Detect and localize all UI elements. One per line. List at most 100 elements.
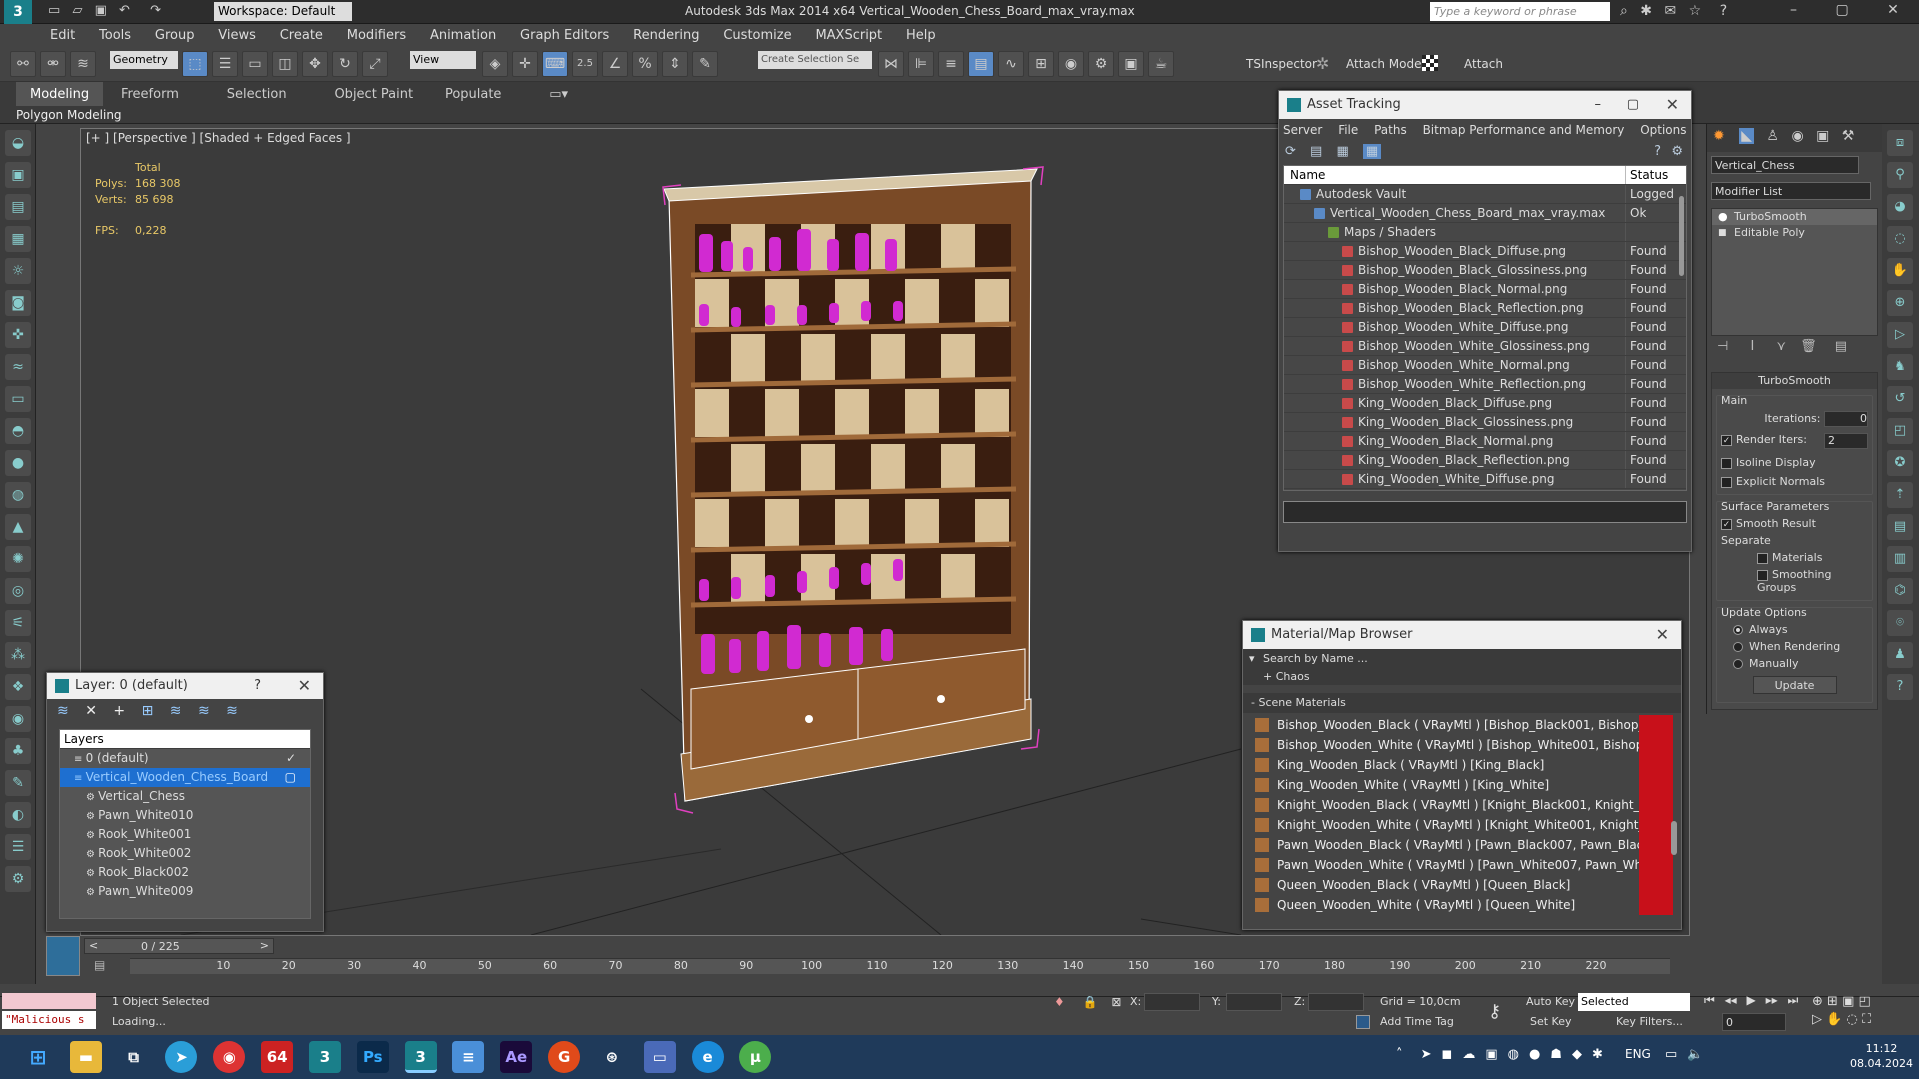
select-layer-icon[interactable]: ≋: [170, 703, 182, 719]
asset-row[interactable]: King_Wooden_Black_Normal.png Found: [1284, 432, 1686, 451]
foliage-icon[interactable]: ♣: [5, 738, 31, 764]
asset-row[interactable]: King_Wooden_Black_Diffuse.png Found: [1284, 394, 1686, 413]
isoline-display-checkbox[interactable]: [1721, 457, 1732, 469]
hierarchy-icon[interactable]: ⚲: [1887, 162, 1913, 188]
checker-icon[interactable]: [1422, 55, 1438, 71]
scene-materials-group[interactable]: - Scene Materials: [1243, 693, 1681, 713]
subscription-icon[interactable]: ✱: [1640, 3, 1652, 19]
table-view-icon[interactable]: ▦: [1362, 144, 1382, 159]
freeze-layers-icon[interactable]: ≋: [226, 703, 238, 719]
asset-row[interactable]: Autodesk Vault Logged: [1284, 185, 1686, 204]
rect-selection-icon[interactable]: ▭: [242, 51, 268, 77]
asset-tracking-titlebar[interactable]: Asset Tracking – ▢ ✕: [1279, 91, 1691, 119]
communication-icon[interactable]: ✉: [1664, 3, 1676, 19]
named-selection-set-dropdown[interactable]: Create Selection Se: [758, 51, 872, 69]
asset-row[interactable]: King_Wooden_Black_Glossiness.png Found: [1284, 413, 1686, 432]
viewport-label[interactable]: [+ ] [Perspective ] [Shaded + Edged Face…: [86, 131, 351, 145]
tab-freeform[interactable]: Freeform: [107, 82, 193, 107]
app-logo-icon[interactable]: 3: [4, 0, 32, 24]
timeline-icon[interactable]: ⌬: [1887, 578, 1913, 604]
auto-key-button[interactable]: Auto Key: [1526, 995, 1575, 1008]
window-crossing-icon[interactable]: ◫: [272, 51, 298, 77]
after-effects-icon[interactable]: Ae: [500, 1041, 533, 1073]
app-64-icon[interactable]: 64: [261, 1041, 294, 1073]
layer-row[interactable]: ⚙ Vertical_Chess: [60, 787, 310, 806]
current-frame-field[interactable]: 0: [1722, 1013, 1786, 1031]
walk-icon[interactable]: ♞: [1887, 354, 1913, 380]
object-name-field[interactable]: Vertical_Chess: [1711, 156, 1859, 174]
asset-tracking-maximize-icon[interactable]: ▢: [1627, 91, 1639, 119]
windows-start-icon[interactable]: ⊞: [22, 1041, 54, 1073]
key-icon[interactable]: ⚷: [1488, 1001, 1501, 1022]
edge-icon[interactable]: e: [691, 1041, 724, 1073]
undo-icon[interactable]: ↶: [119, 3, 130, 18]
make-unique-icon[interactable]: ⋎: [1776, 339, 1786, 354]
render-iters-spinner[interactable]: 2: [1824, 433, 1868, 449]
asset-row[interactable]: Bishop_Wooden_Black_Reflection.png Found: [1284, 299, 1686, 318]
pivot-center-icon[interactable]: ◈: [482, 51, 508, 77]
material-item[interactable]: Bishop_Wooden_Black ( VRayMtl ) [Bishop_…: [1251, 715, 1673, 735]
clock[interactable]: 11:12 08.04.2024: [1850, 1041, 1913, 1071]
turbosmooth-rollout-header[interactable]: TurboSmooth: [1712, 373, 1877, 389]
selection-filter-dropdown[interactable]: Geometry: [110, 51, 178, 69]
material-item[interactable]: Knight_Wooden_White ( VRayMtl ) [Knight_…: [1251, 815, 1673, 835]
asset-path-field[interactable]: [1283, 501, 1687, 523]
tab-selection[interactable]: Selection: [213, 82, 301, 107]
material-item[interactable]: Queen_Wooden_Black ( VRayMtl ) [Queen_Bl…: [1251, 875, 1673, 895]
tab-modeling[interactable]: Modeling: [16, 82, 104, 107]
motion-tab-icon[interactable]: ◉: [1791, 128, 1803, 144]
rendered-frame-icon[interactable]: ▣: [1118, 51, 1144, 77]
disk-icon[interactable]: ▭: [643, 1041, 676, 1073]
light-icon[interactable]: ☼: [5, 258, 31, 284]
bulb-icon[interactable]: ✪: [1887, 450, 1913, 476]
material-item[interactable]: Pawn_Wooden_White ( VRayMtl ) [Pawn_Whit…: [1251, 855, 1673, 875]
zoom-all-icon[interactable]: ⊞: [1827, 994, 1838, 1009]
mini-listener-icon[interactable]: [46, 936, 80, 976]
select-by-name-icon[interactable]: ☰: [212, 51, 238, 77]
maxscript-listener[interactable]: "Malicious s: [2, 1011, 96, 1029]
lock-icon[interactable]: 🔒: [1083, 995, 1098, 1009]
volume-icon[interactable]: 🔈: [1687, 1047, 1703, 1062]
menu-customize[interactable]: Customize: [713, 24, 801, 47]
favorites-icon[interactable]: ☆: [1689, 3, 1702, 19]
helper-icon[interactable]: ✜: [5, 322, 31, 348]
prev-frame-icon[interactable]: ◂◂: [1725, 993, 1737, 1007]
material-editor-icon[interactable]: ◉: [1058, 51, 1084, 77]
at-menu-file[interactable]: File: [1338, 123, 1358, 137]
asset-row[interactable]: Bishop_Wooden_White_Glossiness.png Found: [1284, 337, 1686, 356]
asset-row[interactable]: Bishop_Wooden_White_Normal.png Found: [1284, 356, 1686, 375]
orbit-icon[interactable]: ◌: [1887, 226, 1913, 252]
select-object-icon[interactable]: ⬚: [182, 51, 208, 77]
asset-table-scrollbar[interactable]: [1679, 196, 1684, 276]
menu-maxscript[interactable]: MAXScript: [805, 24, 892, 47]
stack-expand-icon[interactable]: ■: [1718, 225, 1727, 241]
people-icon[interactable]: ♟: [1887, 642, 1913, 668]
material-item[interactable]: Pawn_Wooden_Black ( VRayMtl ) [Pawn_Blac…: [1251, 835, 1673, 855]
hierarchy-tab-icon[interactable]: ♙: [1766, 128, 1779, 144]
app-search-icon[interactable]: ⊛: [596, 1041, 628, 1073]
torus-icon[interactable]: ◎: [5, 578, 31, 604]
particles-icon[interactable]: ⁂: [5, 642, 31, 668]
fov-icon[interactable]: ▷: [1812, 1012, 1822, 1027]
at-menu-server[interactable]: Server: [1283, 123, 1322, 137]
material-item[interactable]: Bishop_Wooden_White ( VRayMtl ) [Bishop_…: [1251, 735, 1673, 755]
app-g-icon[interactable]: G: [548, 1041, 581, 1073]
schematic-view-icon[interactable]: ⊞: [1028, 51, 1054, 77]
binoculars-icon[interactable]: ⌕: [1620, 3, 1628, 19]
update-button[interactable]: Update: [1752, 676, 1837, 694]
layer-visibility-icon[interactable]: ▢: [285, 768, 296, 787]
material-item[interactable]: Queen_Wooden_White ( VRayMtl ) [Queen_Wh…: [1251, 895, 1673, 915]
3dsmax-taskbar-icon[interactable]: 3: [308, 1041, 341, 1073]
menu-rendering[interactable]: Rendering: [623, 24, 709, 47]
tab-populate[interactable]: Populate: [431, 82, 516, 107]
settings-icon[interactable]: ⚙: [5, 866, 31, 892]
refresh-icon[interactable]: ⟳: [1285, 144, 1296, 159]
update-always-radio[interactable]: [1733, 625, 1743, 635]
reference-coord-dropdown[interactable]: View: [410, 51, 476, 69]
scene-explorer-icon[interactable]: ☰: [5, 834, 31, 860]
display-icon[interactable]: ▭: [1665, 1047, 1677, 1062]
help-icon[interactable]: ?: [1720, 3, 1727, 19]
link-icon[interactable]: ⚯: [10, 51, 36, 77]
menu-graph-editors[interactable]: Graph Editors: [510, 24, 619, 47]
globe-icon[interactable]: ◉: [5, 706, 31, 732]
